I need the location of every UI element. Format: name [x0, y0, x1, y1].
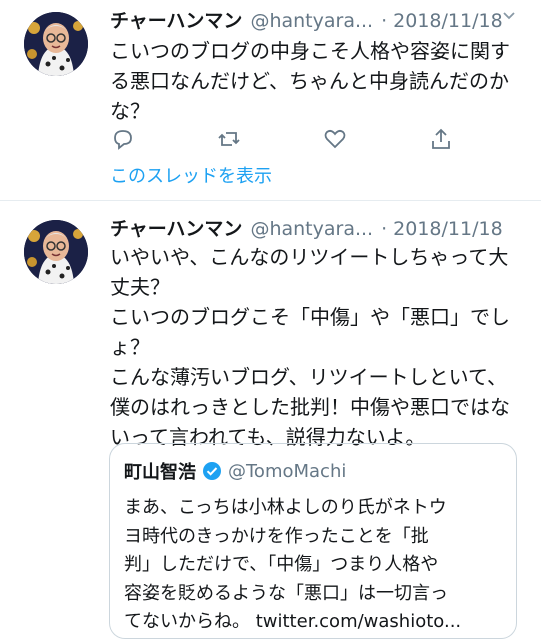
reply-icon[interactable] [110, 126, 136, 152]
tweet-header: チャーハンマン @hantyara... · 2018/11/18 [110, 214, 503, 244]
tweet-text-line: こんな薄汚いブログ、リツイートしといて、 [110, 365, 507, 389]
author-handle[interactable]: @hantyara... [250, 10, 373, 32]
quoted-tweet-header: 町山智浩 @TomoMachi [124, 458, 346, 484]
tweet-text-line: ょ？ [110, 335, 150, 359]
quoted-text-line: まあ、こっちは小林よしのり氏がネトウ [124, 497, 447, 518]
retweet-icon[interactable] [216, 126, 242, 152]
avatar-image [24, 220, 88, 284]
show-thread-link[interactable]: このスレッドを表示 [110, 162, 272, 188]
quoted-tweet[interactable]: 町山智浩 @TomoMachi まあ、こっちは小林よしのり氏がネトウ ヨ時代のき… [109, 443, 517, 639]
tweet-date[interactable]: · 2018/11/18 [381, 218, 503, 240]
tweet-actions [110, 126, 450, 156]
share-icon[interactable] [428, 126, 454, 152]
author-name[interactable]: チャーハンマン [110, 214, 242, 241]
quoted-text-line: 判」しただけで、「中傷」つまり人格や [124, 554, 439, 575]
avatar[interactable] [24, 220, 88, 284]
tweet-text-line: 僕のはれっきとした批判！中傷や悪口ではな [110, 395, 510, 419]
tweet[interactable]: チャーハンマン @hantyara... · 2018/11/18 いやいや、こ… [0, 200, 541, 640]
tweet-text-line: る悪口なんだけど、ちゃんと中身読んだのか [110, 69, 509, 93]
verified-badge-icon [203, 462, 221, 480]
quoted-text-line: 容姿を貶めるような「悪口」は一切言っ [124, 582, 448, 604]
author-handle[interactable]: @hantyara... [250, 218, 373, 240]
quoted-author-name: 町山智浩 [124, 462, 196, 483]
quoted-text-line: てないからね。 twitter.com/washioto... [124, 611, 462, 632]
tweet-header: チャーハンマン @hantyara... · 2018/11/18 [110, 6, 503, 36]
tweet-text-line: こいつのブログの中身こそ人格や容姿に関す [110, 39, 510, 63]
tweet-text: いやいや、こんなのリツイートしちゃって大 丈夫？ こいつのブログこそ「中傷」や「… [110, 242, 520, 452]
tweet[interactable]: チャーハンマン @hantyara... · 2018/11/18 こいつのブロ… [0, 0, 541, 200]
chevron-down-icon[interactable] [502, 8, 516, 22]
tweet-text-line: な？ [110, 99, 150, 123]
tweet-date[interactable]: · 2018/11/18 [381, 10, 503, 32]
tweet-text-line: 丈夫？ [110, 275, 170, 299]
quoted-text-line: ヨ時代のきっかけを作ったことを「批 [124, 525, 429, 547]
avatar-image [24, 12, 88, 76]
like-icon[interactable] [322, 126, 348, 152]
quoted-author-handle: @TomoMachi [228, 460, 347, 482]
tweet-text-line: いやいや、こんなのリツイートしちゃって大 [110, 245, 509, 269]
avatar[interactable] [24, 12, 88, 76]
tweet-text: こいつのブログの中身こそ人格や容姿に関す る悪口なんだけど、ちゃんと中身読んだの… [110, 36, 520, 126]
quoted-tweet-text: まあ、こっちは小林よしのり氏がネトウ ヨ時代のきっかけを作ったことを「批 判」し… [124, 494, 508, 637]
tweet-text-line: こいつのブログこそ「中傷」や「悪口」でし [110, 305, 510, 329]
author-name[interactable]: チャーハンマン [110, 6, 242, 33]
